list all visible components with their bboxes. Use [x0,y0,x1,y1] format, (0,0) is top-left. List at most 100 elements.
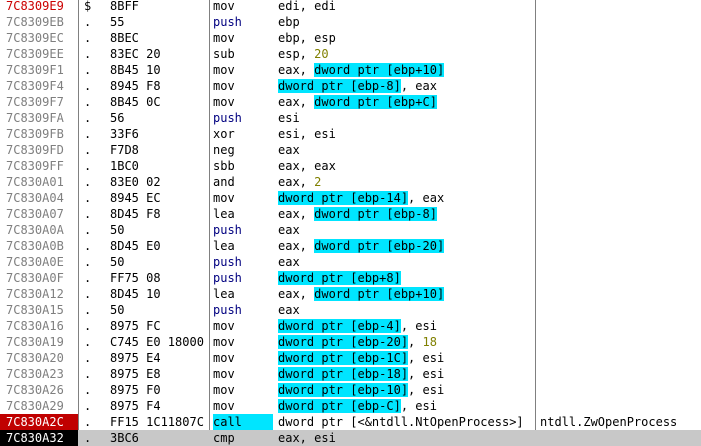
mnemonic-cell[interactable]: push [213,302,273,318]
address-cell[interactable]: 7C830A2C [0,414,78,430]
address-cell[interactable]: 7C8309EC [0,30,78,46]
comment-cell[interactable]: ntdll.ZwOpenProcess [540,414,700,430]
operands-cell[interactable]: eax, 2 [278,174,534,190]
address-cell[interactable]: 7C830A26 [0,382,78,398]
address-cell[interactable]: 7C830A19 [0,334,78,350]
mnemonic-cell[interactable]: and [213,174,273,190]
hexdump-cell[interactable]: 8975 F4 [110,398,208,414]
address-cell[interactable]: 7C8309FF [0,158,78,174]
mnemonic-cell[interactable]: mov [213,318,273,334]
address-cell[interactable]: 7C830A16 [0,318,78,334]
operands-cell[interactable]: eax, dword ptr [ebp-8] [278,206,534,222]
disasm-row[interactable]: 7C830A29. 8975 F4 mov dword ptr [ebp-C], es… [0,398,701,414]
hexdump-cell[interactable]: 8975 E4 [110,350,208,366]
operands-cell[interactable]: edi, edi [278,0,534,14]
disasm-row[interactable]: 7C830A01. 83E0 02 and eax, 2 [0,174,701,190]
disasm-row[interactable]: 7C830A07. 8D45 F8 lea eax, dword ptr [ebp-8… [0,206,701,222]
operands-cell[interactable]: ebp [278,14,534,30]
hexdump-cell[interactable]: 33F6 [110,126,208,142]
mnemonic-cell[interactable]: push [213,14,273,30]
disassembly-pane[interactable]: 7C8309E9 $8BFF mov edi, edi 7C8309EB. 55 push e… [0,0,701,446]
address-cell[interactable]: 7C830A23 [0,366,78,382]
hexdump-cell[interactable]: FF75 08 [110,270,208,286]
disasm-row[interactable]: 7C8309FF. 1BC0 sbb eax, eax [0,158,701,174]
operands-cell[interactable]: ebp, esp [278,30,534,46]
address-cell[interactable]: 7C830A0A [0,222,78,238]
operands-cell[interactable]: eax [278,222,534,238]
address-cell[interactable]: 7C830A0E [0,254,78,270]
hexdump-cell[interactable]: 8BFF [110,0,208,14]
disasm-row[interactable]: 7C830A32. 3BC6 cmp eax, esi [0,430,701,446]
operands-cell[interactable]: dword ptr [ebp-10], esi [278,382,534,398]
mnemonic-cell[interactable]: mov [213,366,273,382]
hexdump-cell[interactable]: 50 [110,222,208,238]
operands-cell[interactable]: eax, dword ptr [ebp-20] [278,238,534,254]
mnemonic-cell[interactable]: mov [213,94,273,110]
address-cell[interactable]: 7C830A29 [0,398,78,414]
disasm-row[interactable]: 7C8309F1. 8B45 10 mov eax, dword ptr [ebp+1… [0,62,701,78]
address-cell[interactable]: 7C8309F7 [0,94,78,110]
mnemonic-cell[interactable]: sub [213,46,273,62]
disasm-row[interactable]: 7C8309EB. 55 push ebp [0,14,701,30]
operands-cell[interactable]: eax, dword ptr [ebp+10] [278,286,534,302]
operands-cell[interactable]: esp, 20 [278,46,534,62]
mnemonic-cell[interactable]: mov [213,190,273,206]
hexdump-cell[interactable]: 8975 FC [110,318,208,334]
hexdump-cell[interactable]: 8945 EC [110,190,208,206]
hexdump-cell[interactable]: 8D45 E0 [110,238,208,254]
disasm-row[interactable]: 7C8309FB. 33F6 xor esi, esi [0,126,701,142]
disasm-row[interactable]: 7C830A15. 50 push eax [0,302,701,318]
mnemonic-cell[interactable]: mov [213,350,273,366]
address-cell[interactable]: 7C830A0B [0,238,78,254]
address-cell[interactable]: 7C8309E9 [0,0,78,14]
mnemonic-cell[interactable]: mov [213,78,273,94]
hexdump-cell[interactable]: F7D8 [110,142,208,158]
operands-cell[interactable]: dword ptr [ebp-1C], esi [278,350,534,366]
hexdump-cell[interactable]: FF15 1C11807C [110,414,208,430]
mnemonic-cell[interactable]: mov [213,62,273,78]
hexdump-cell[interactable]: C745 E0 18000 [110,334,208,350]
mnemonic-cell[interactable]: lea [213,206,273,222]
mnemonic-cell[interactable]: xor [213,126,273,142]
operands-cell[interactable]: eax [278,142,534,158]
address-cell[interactable]: 7C8309F4 [0,78,78,94]
operands-cell[interactable]: dword ptr [ebp-8], eax [278,78,534,94]
operands-cell[interactable]: eax, esi [278,430,534,446]
operands-cell[interactable]: eax, dword ptr [ebp+10] [278,62,534,78]
hexdump-cell[interactable]: 8975 F0 [110,382,208,398]
mnemonic-cell[interactable]: neg [213,142,273,158]
mnemonic-cell[interactable]: mov [213,382,273,398]
operands-cell[interactable]: eax, eax [278,158,534,174]
operands-cell[interactable]: dword ptr [ebp-18], esi [278,366,534,382]
operands-cell[interactable]: dword ptr [ebp-20], 18 [278,334,534,350]
mnemonic-cell[interactable]: push [213,254,273,270]
mnemonic-cell[interactable]: lea [213,238,273,254]
mnemonic-cell[interactable]: mov [213,398,273,414]
address-cell[interactable]: 7C8309FB [0,126,78,142]
operands-cell[interactable]: eax, dword ptr [ebp+C] [278,94,534,110]
hexdump-cell[interactable]: 8945 F8 [110,78,208,94]
disasm-row[interactable]: 7C830A20. 8975 E4 mov dword ptr [ebp-1C], e… [0,350,701,366]
address-cell[interactable]: 7C830A07 [0,206,78,222]
hexdump-cell[interactable]: 8BEC [110,30,208,46]
operands-cell[interactable]: eax [278,254,534,270]
disasm-row[interactable]: 7C8309FA. 56 push esi [0,110,701,126]
disasm-row[interactable]: 7C830A2C. FF15 1C11807C call dword ptr [<&n… [0,414,701,430]
address-cell[interactable]: 7C830A15 [0,302,78,318]
mnemonic-cell[interactable]: push [213,270,273,286]
disasm-row[interactable]: 7C8309EC. 8BEC mov ebp, esp [0,30,701,46]
hexdump-cell[interactable]: 8975 E8 [110,366,208,382]
hexdump-cell[interactable]: 56 [110,110,208,126]
operands-cell[interactable]: dword ptr [ebp-4], esi [278,318,534,334]
hexdump-cell[interactable]: 50 [110,254,208,270]
disasm-row[interactable]: 7C830A16. 8975 FC mov dword ptr [ebp-4], es… [0,318,701,334]
hexdump-cell[interactable]: 83EC 20 [110,46,208,62]
address-cell[interactable]: 7C830A12 [0,286,78,302]
mnemonic-cell[interactable]: cmp [213,430,273,446]
operands-cell[interactable]: dword ptr [ebp-14], eax [278,190,534,206]
disasm-row[interactable]: 7C8309F4. 8945 F8 mov dword ptr [ebp-8], ea… [0,78,701,94]
address-cell[interactable]: 7C8309EE [0,46,78,62]
operands-cell[interactable]: esi [278,110,534,126]
mnemonic-cell[interactable]: sbb [213,158,273,174]
disasm-row[interactable]: 7C830A26. 8975 F0 mov dword ptr [ebp-10], e… [0,382,701,398]
